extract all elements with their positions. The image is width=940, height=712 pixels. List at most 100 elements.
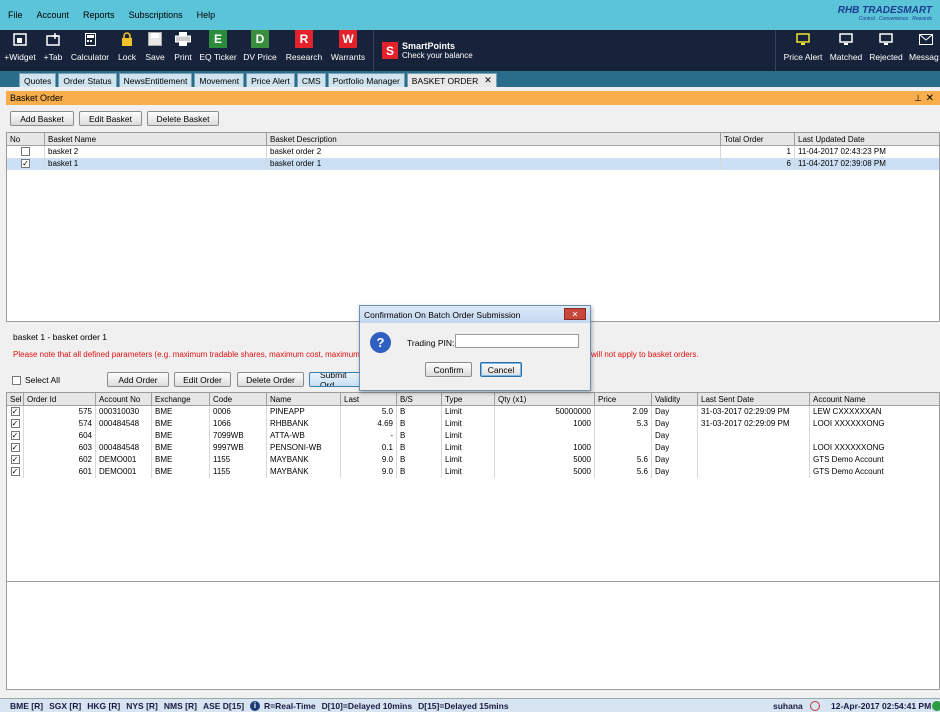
- row-checkbox[interactable]: ✓: [7, 418, 24, 430]
- dv-price-button[interactable]: D DV Price: [243, 30, 277, 65]
- order-type: Limit: [442, 454, 495, 466]
- row-checkbox[interactable]: ✓: [7, 442, 24, 454]
- legend-realtime: R=Real-Time: [264, 700, 316, 711]
- row-checkbox-box[interactable]: ✓: [10, 455, 20, 465]
- col-validity[interactable]: Validity: [652, 393, 698, 406]
- col-basket-name[interactable]: Basket Name: [45, 133, 267, 146]
- add-order-button[interactable]: Add Order: [107, 372, 169, 387]
- tab-cms[interactable]: CMS: [296, 73, 326, 87]
- cancel-button[interactable]: Cancel: [480, 362, 522, 377]
- menu-account[interactable]: Account: [30, 10, 77, 20]
- tab-price-alert[interactable]: Price Alert: [246, 73, 295, 87]
- add-widget-button[interactable]: +Widget: [4, 30, 36, 65]
- col-price[interactable]: Price: [595, 393, 652, 406]
- confirm-button[interactable]: Confirm: [425, 362, 472, 377]
- tab-news-entitlement[interactable]: NewsEntitlement: [118, 73, 193, 87]
- price-alert-label: Price Alert: [783, 52, 823, 62]
- col-last-sent-date[interactable]: Last Sent Date: [698, 393, 810, 406]
- col-order-id[interactable]: Order Id: [24, 393, 96, 406]
- order-type: Limit: [442, 430, 495, 442]
- tab-order-status[interactable]: Order Status: [58, 73, 117, 87]
- validity: Day: [652, 418, 698, 430]
- col-last[interactable]: Last: [341, 393, 397, 406]
- row-checkbox[interactable]: ✓: [7, 406, 24, 418]
- row-checkbox[interactable]: ✓: [7, 158, 45, 170]
- submit-order-button[interactable]: Submit Ord: [309, 372, 361, 387]
- mail-icon: [917, 30, 935, 48]
- table-row[interactable]: ✓ basket 1 basket order 1 6 11-04-2017 0…: [7, 158, 939, 170]
- close-icon[interactable]: ✕: [926, 93, 934, 104]
- save-button[interactable]: Save: [143, 30, 167, 65]
- col-no[interactable]: No: [7, 133, 45, 146]
- row-checkbox[interactable]: [7, 146, 45, 158]
- select-all-checkbox[interactable]: [12, 375, 21, 385]
- row-checkbox-box[interactable]: ✓: [10, 419, 20, 429]
- table-row[interactable]: ✓ 574 000484548 BME 1066 RHBBANK 4.69 B Limit 100…: [7, 418, 939, 430]
- row-checkbox-box[interactable]: ✓: [10, 431, 20, 441]
- confirmation-dialog: Confirmation On Batch Order Submission ✕…: [359, 305, 591, 391]
- delete-basket-button[interactable]: Delete Basket: [147, 111, 219, 126]
- menu-help[interactable]: Help: [190, 10, 223, 20]
- table-row[interactable]: ✓ 601 DEMO001 BME 1155 MAYBANK 9.0 B Limit 5000 5.…: [7, 466, 939, 478]
- col-basket-description[interactable]: Basket Description: [267, 133, 721, 146]
- pin-icon[interactable]: ⊥: [914, 93, 922, 104]
- calculator-button[interactable]: Calculator: [70, 30, 110, 65]
- print-button[interactable]: Print: [171, 30, 195, 65]
- col-account-name[interactable]: Account Name: [810, 393, 939, 406]
- lock-button[interactable]: Lock: [115, 30, 139, 65]
- col-name[interactable]: Name: [267, 393, 341, 406]
- col-last-updated[interactable]: Last Updated Date: [795, 133, 939, 146]
- row-checkbox[interactable]: ✓: [7, 466, 24, 478]
- dialog-close-icon[interactable]: ✕: [564, 308, 586, 320]
- tab-portfolio-manager[interactable]: Portfolio Manager: [327, 73, 405, 87]
- table-row[interactable]: ✓ 603 000484548 BME 9997WB PENSONI-WB 0.1 B Limi…: [7, 442, 939, 454]
- add-tab-button[interactable]: +Tab: [40, 30, 66, 65]
- edit-basket-button[interactable]: Edit Basket: [79, 111, 142, 126]
- col-bs[interactable]: B/S: [397, 393, 442, 406]
- matched-button[interactable]: Matched: [828, 30, 864, 65]
- rejected-button[interactable]: Rejected: [867, 30, 905, 65]
- price-alert-button[interactable]: Price Alert: [782, 30, 824, 65]
- last-price: -: [341, 430, 397, 442]
- messages-button[interactable]: Messag: [909, 30, 940, 65]
- table-row[interactable]: basket 2 basket order 2 1 11-04-2017 02:…: [7, 146, 939, 158]
- table-row[interactable]: ✓ 575 000310030 BME 0006 PINEAPP 5.0 B Limit 5000…: [7, 406, 939, 418]
- col-sel[interactable]: Sel: [7, 393, 24, 406]
- research-button[interactable]: R Research: [284, 30, 324, 65]
- stock-name: ATTA-WB: [267, 430, 341, 442]
- buy-sell: B: [397, 454, 442, 466]
- close-tab-icon[interactable]: ✕: [484, 75, 492, 86]
- col-exchange[interactable]: Exchange: [152, 393, 210, 406]
- legend-delayed-15: D[15]=Delayed 15mins: [418, 700, 509, 711]
- tab-basket-order[interactable]: BASKET ORDER ✕: [406, 73, 497, 87]
- row-checkbox[interactable]: ✓: [7, 430, 24, 442]
- table-row[interactable]: ✓ 602 DEMO001 BME 1155 MAYBANK 9.0 B Limit 5000 5.…: [7, 454, 939, 466]
- col-qty[interactable]: Qty (x1): [495, 393, 595, 406]
- eq-ticker-button[interactable]: E EQ Ticker: [199, 30, 237, 65]
- stock-name: PENSONI-WB: [267, 442, 341, 454]
- account-name: LEW CXXXXXXAN: [810, 406, 939, 418]
- row-checkbox-box[interactable]: ✓: [10, 467, 20, 477]
- edit-order-button[interactable]: Edit Order: [174, 372, 231, 387]
- menu-subscriptions[interactable]: Subscriptions: [122, 10, 190, 20]
- trading-pin-input[interactable]: [455, 334, 579, 348]
- tab-quotes[interactable]: Quotes: [19, 73, 57, 87]
- select-all[interactable]: Select All: [12, 375, 60, 385]
- order-id: 604: [24, 430, 96, 442]
- research-label: Research: [285, 52, 323, 62]
- row-checkbox[interactable]: ✓: [7, 454, 24, 466]
- tab-movement[interactable]: Movement: [194, 73, 245, 87]
- warrants-button[interactable]: W Warrants: [329, 30, 367, 65]
- smartpoints-button[interactable]: S SmartPoints Check your balance: [373, 30, 500, 71]
- col-total-order[interactable]: Total Order: [721, 133, 795, 146]
- col-account-no[interactable]: Account No: [96, 393, 152, 406]
- row-checkbox-box[interactable]: ✓: [10, 443, 20, 453]
- delete-order-button[interactable]: Delete Order: [237, 372, 304, 387]
- menu-reports[interactable]: Reports: [76, 10, 122, 20]
- table-row[interactable]: ✓ 604 BME 7099WB ATTA-WB - B Limit Day: [7, 430, 939, 442]
- row-checkbox-box[interactable]: ✓: [10, 407, 20, 417]
- add-basket-button[interactable]: Add Basket: [10, 111, 74, 126]
- col-type[interactable]: Type: [442, 393, 495, 406]
- col-code[interactable]: Code: [210, 393, 267, 406]
- menu-file[interactable]: File: [0, 10, 30, 20]
